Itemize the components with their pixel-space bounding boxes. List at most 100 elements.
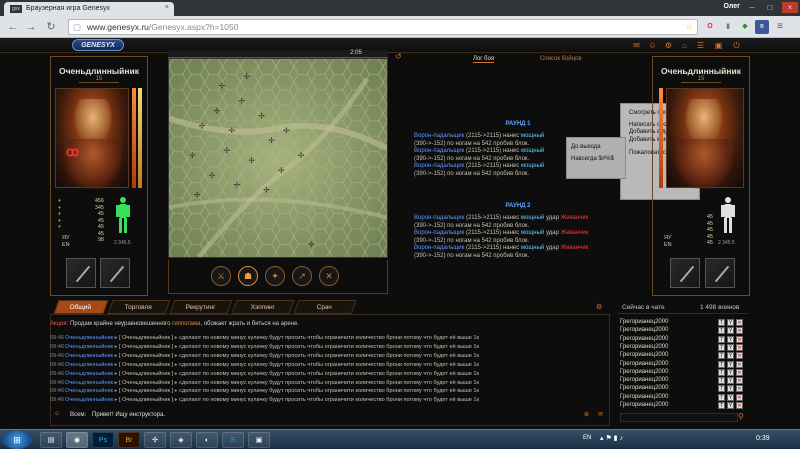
taskbar-tool-icon[interactable]: ✣ — [144, 432, 166, 448]
tab-battle-log[interactable]: Лог боя — [473, 56, 495, 63]
log-attacker[interactable]: Ворон-падальщик — [414, 133, 464, 139]
taskbar-app-icon[interactable]: ▣ — [248, 432, 270, 448]
left-body-silhouette-icon[interactable] — [115, 196, 131, 234]
chat-message-recipient[interactable]: [ Оченьдлинныйник ] — [119, 335, 173, 341]
chat-message-recipient[interactable]: [ Оченьдлинныйник ] — [119, 397, 173, 403]
online-user-name[interactable]: Грегорианец2000 — [620, 402, 668, 408]
chat-reply-icon[interactable]: ▸ — [115, 362, 118, 368]
smile-icon[interactable]: ☺ — [54, 411, 60, 417]
tab-close-icon[interactable]: × — [165, 4, 169, 11]
shop-icon[interactable]: ⌂ — [680, 41, 689, 50]
user-trade-button[interactable]: T — [718, 327, 725, 335]
user-private-button[interactable]: Y — [727, 352, 734, 360]
download-icon[interactable]: ▮ — [721, 20, 735, 34]
chat-reply-icon[interactable]: ▸ — [175, 397, 178, 403]
taskbar-chrome-icon[interactable]: ◉ — [66, 432, 88, 448]
log-victim[interactable]: Жеванчик — [561, 245, 589, 251]
log-attacker[interactable]: Ворон-падальщик — [414, 245, 464, 251]
maximize-icon[interactable]: □ — [762, 2, 778, 13]
taskbar-photoshop-icon[interactable]: Ps — [92, 432, 114, 448]
left-weapon-2[interactable] — [100, 258, 130, 288]
refresh-icon[interactable]: ↺ — [395, 52, 402, 61]
right-player-name[interactable]: Оченьдлинныйник — [657, 66, 745, 76]
chat-reply-icon[interactable]: ▸ — [115, 335, 118, 341]
user-ignore-button[interactable]: ✕ — [736, 402, 743, 409]
language-indicator[interactable]: EN — [583, 435, 591, 441]
chat-message-author[interactable]: Оченьдлинныйник — [65, 362, 113, 368]
chat-icon[interactable]: ☺ — [648, 41, 657, 50]
start-button[interactable]: ⊞ — [2, 431, 32, 449]
chat-input[interactable]: Привет! Ищу инструктора. — [92, 412, 165, 418]
taskbar-explorer-icon[interactable]: ▤ — [40, 432, 62, 448]
online-user-name[interactable]: Грегорианец2000 — [620, 377, 668, 383]
settings-icon[interactable]: ⚙ — [664, 41, 673, 50]
user-ignore-button[interactable]: ✕ — [736, 377, 743, 385]
chat-message-author[interactable]: Оченьдлинныйник — [65, 388, 113, 394]
online-user-name[interactable]: Грегорианец2000 — [620, 394, 668, 400]
user-trade-button[interactable]: T — [718, 377, 725, 385]
user-private-button[interactable]: Y — [727, 393, 734, 401]
chat-message-author[interactable]: Оченьдлинныйник — [65, 353, 113, 359]
tray-icons[interactable]: ▴ ⚑ ▮ ♪ — [600, 434, 623, 442]
user-private-button[interactable]: Y — [727, 377, 734, 385]
chat-message-recipient[interactable]: [ Оченьдлинныйник ] — [119, 371, 173, 377]
online-user-name[interactable]: Грегорианец2000 — [620, 385, 668, 391]
tab-fighters-list[interactable]: Список бойцов — [540, 56, 582, 62]
user-private-button[interactable]: Y — [727, 327, 734, 335]
chat-message-recipient[interactable]: [ Оченьдлинныйник ] — [119, 380, 173, 386]
taskbar-unity-icon[interactable]: ◈ — [170, 432, 192, 448]
menu-icon[interactable]: ≡ — [773, 20, 787, 34]
bag-icon[interactable]: ▣ — [714, 41, 723, 50]
chat-message-recipient[interactable]: [ Оченьдлинныйник ] — [119, 344, 173, 350]
defend-action-icon[interactable]: ☗ — [238, 266, 258, 286]
chat-reply-icon[interactable]: ▸ — [115, 380, 118, 386]
user-trade-button[interactable]: T — [718, 368, 725, 376]
online-user-name[interactable]: Грегорианец2000 — [620, 336, 668, 342]
tab-chat-trade[interactable]: Торговля — [107, 300, 171, 314]
chat-reply-icon[interactable]: ▸ — [175, 371, 178, 377]
user-trade-button[interactable]: T — [718, 393, 725, 401]
system-clock[interactable]: 0:39 — [756, 435, 770, 442]
online-user-name[interactable]: Грегорианец2000 — [620, 327, 668, 333]
user-ignore-button[interactable]: ✕ — [736, 343, 743, 351]
taskbar-skype-icon[interactable]: S — [222, 432, 244, 448]
user-ignore-button[interactable]: ✕ — [736, 368, 743, 376]
battle-map[interactable]: ✢ ✢ ✢ ✢ ✢ ✢ ✢ ✢ ✢ ✢ ✢ ✢ ✢ ✢ ✢ ✢ ✢ ✢ ✢ — [168, 58, 388, 258]
attack-action-icon[interactable]: ⚔ — [211, 266, 231, 286]
taskbar-bridge-icon[interactable]: Br — [118, 432, 140, 448]
opera-icon[interactable]: O — [703, 20, 717, 34]
user-trade-button[interactable]: T — [718, 343, 725, 351]
back-icon[interactable]: ← — [6, 20, 20, 34]
chat-message-author[interactable]: Оченьдлинныйник — [65, 335, 113, 341]
cancel-action-icon[interactable]: ✕ — [319, 266, 339, 286]
chat-reply-icon[interactable]: ▸ — [175, 362, 178, 368]
chat-message-recipient[interactable]: [ Оченьдлинныйник ] — [119, 353, 173, 359]
map-icon[interactable]: ☰ — [696, 41, 705, 50]
right-weapon-1[interactable] — [670, 258, 700, 288]
chat-reply-icon[interactable]: ▸ — [175, 353, 178, 359]
chat-reply-icon[interactable]: ▸ — [175, 380, 178, 386]
chat-message-author[interactable]: Оченьдлинныйник — [65, 380, 113, 386]
tab-chat-flame[interactable]: Срач — [293, 300, 357, 314]
user-private-button[interactable]: Y — [727, 335, 734, 343]
send-icon[interactable]: ✉ — [598, 411, 603, 418]
chat-reply-icon[interactable]: ▸ — [175, 344, 178, 350]
left-player-portrait[interactable]: ꝏ — [55, 88, 129, 189]
chat-reply-icon[interactable]: ▸ — [175, 335, 178, 341]
user-trade-button[interactable]: T — [718, 360, 725, 368]
online-user-name[interactable]: Грегорианец2000 — [620, 352, 668, 358]
user-trade-button[interactable]: T — [718, 335, 725, 343]
user-ignore-button[interactable]: ✕ — [736, 335, 743, 343]
user-ignore-button[interactable]: ✕ — [736, 319, 743, 326]
user-private-button[interactable]: Y — [727, 402, 734, 409]
emoji-icon[interactable]: ⊕ — [584, 411, 589, 418]
user-ignore-button[interactable]: ✕ — [736, 327, 743, 335]
tab-chat-recruiting[interactable]: Рекрутинг — [169, 300, 233, 314]
right-weapon-2[interactable] — [705, 258, 735, 288]
online-user-name[interactable]: Грегорианец2000 — [620, 369, 668, 375]
tab-chat-general[interactable]: Общий — [53, 300, 109, 314]
taskbar-gamepad-icon[interactable]: ◐ — [196, 432, 218, 448]
left-weapon-1[interactable] — [66, 258, 96, 288]
user-private-button[interactable]: Y — [727, 343, 734, 351]
logout-icon[interactable]: ⏻ — [732, 41, 741, 50]
